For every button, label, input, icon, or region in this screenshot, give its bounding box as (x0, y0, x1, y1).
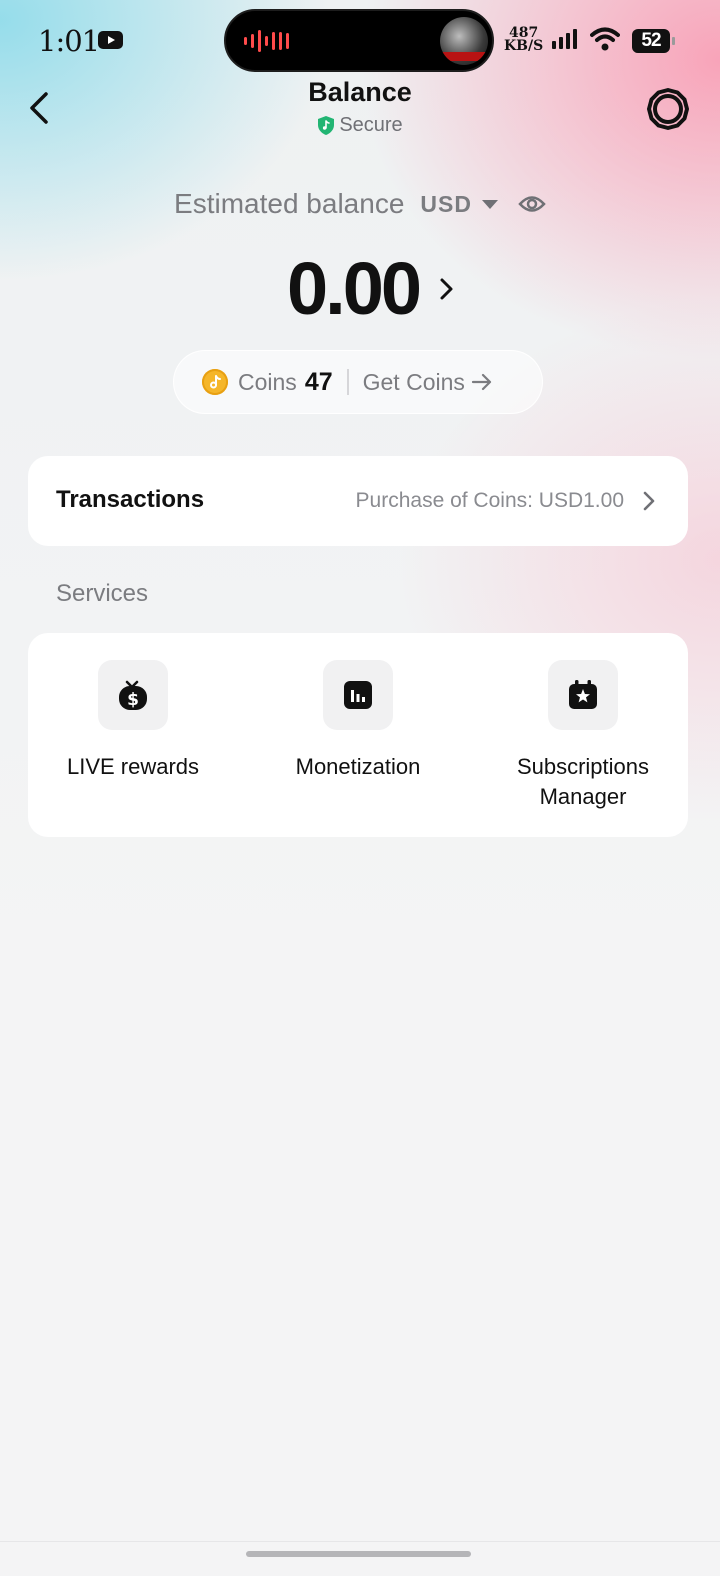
transactions-title: Transactions (56, 486, 205, 513)
service-live-rewards[interactable]: $ LIVE rewards (23, 660, 243, 782)
page-title: Balance (308, 77, 412, 107)
service-label: Subscriptions Manager (516, 754, 650, 809)
wifi-icon (590, 27, 620, 51)
dynamic-island[interactable] (224, 9, 494, 72)
network-speed: 487 KB/S (504, 26, 544, 54)
divider (0, 1541, 720, 1542)
shield-icon (318, 116, 335, 135)
cellular-signal-icon (552, 29, 577, 49)
eye-visibility-icon[interactable] (518, 194, 546, 214)
settings-gear-icon[interactable] (646, 87, 690, 131)
estimated-balance-label: Estimated balance (174, 188, 405, 219)
currency-selector[interactable]: USD (420, 191, 472, 218)
coin-icon (202, 369, 228, 395)
latest-transaction: Purchase of Coins: USD1.00 (355, 489, 624, 512)
youtube-notification-icon (98, 31, 123, 49)
service-label: Monetization (295, 754, 421, 779)
home-indicator[interactable] (246, 1551, 471, 1557)
battery-indicator: 52 (632, 29, 675, 53)
status-time: 1:01 (38, 24, 100, 58)
svg-text:$: $ (127, 690, 139, 710)
now-playing-album-art (440, 17, 488, 65)
services-card: $ LIVE rewards Monetization Subscription… (28, 633, 688, 837)
balance-amount-row[interactable]: 0.00 (0, 246, 720, 331)
arrow-right-icon (471, 373, 491, 391)
transactions-card[interactable]: Transactions Purchase of Coins: USD1.00 (28, 456, 688, 546)
secure-label: Secure (339, 114, 403, 136)
services-section-title: Services (56, 580, 149, 607)
monetization-icon (323, 660, 393, 730)
chevron-down-icon[interactable] (481, 199, 498, 209)
chevron-right-icon (643, 491, 655, 511)
divider (346, 369, 349, 395)
network-speed-unit: KB/S (504, 38, 544, 54)
get-coins-label: Get Coins (362, 368, 465, 395)
estimated-balance-row: Estimated balance USD (0, 188, 720, 220)
service-subscriptions-manager[interactable]: Subscriptions Manager (473, 660, 693, 812)
live-rewards-icon: $ (98, 660, 168, 730)
audio-waveform-icon (244, 30, 289, 52)
get-coins-button[interactable]: Get Coins (363, 369, 493, 396)
battery-level: 52 (641, 30, 661, 51)
balance-amount: 0.00 (286, 247, 422, 330)
chevron-right-icon (440, 278, 453, 299)
coins-count: 47 (304, 367, 333, 396)
service-monetization[interactable]: Monetization (248, 660, 468, 782)
coins-pill: Coins 47 Get Coins (173, 350, 543, 414)
coins-label: Coins (238, 368, 297, 395)
secure-badge: Secure (0, 114, 720, 137)
service-label: LIVE rewards (66, 754, 200, 779)
subscriptions-manager-icon (548, 660, 618, 730)
